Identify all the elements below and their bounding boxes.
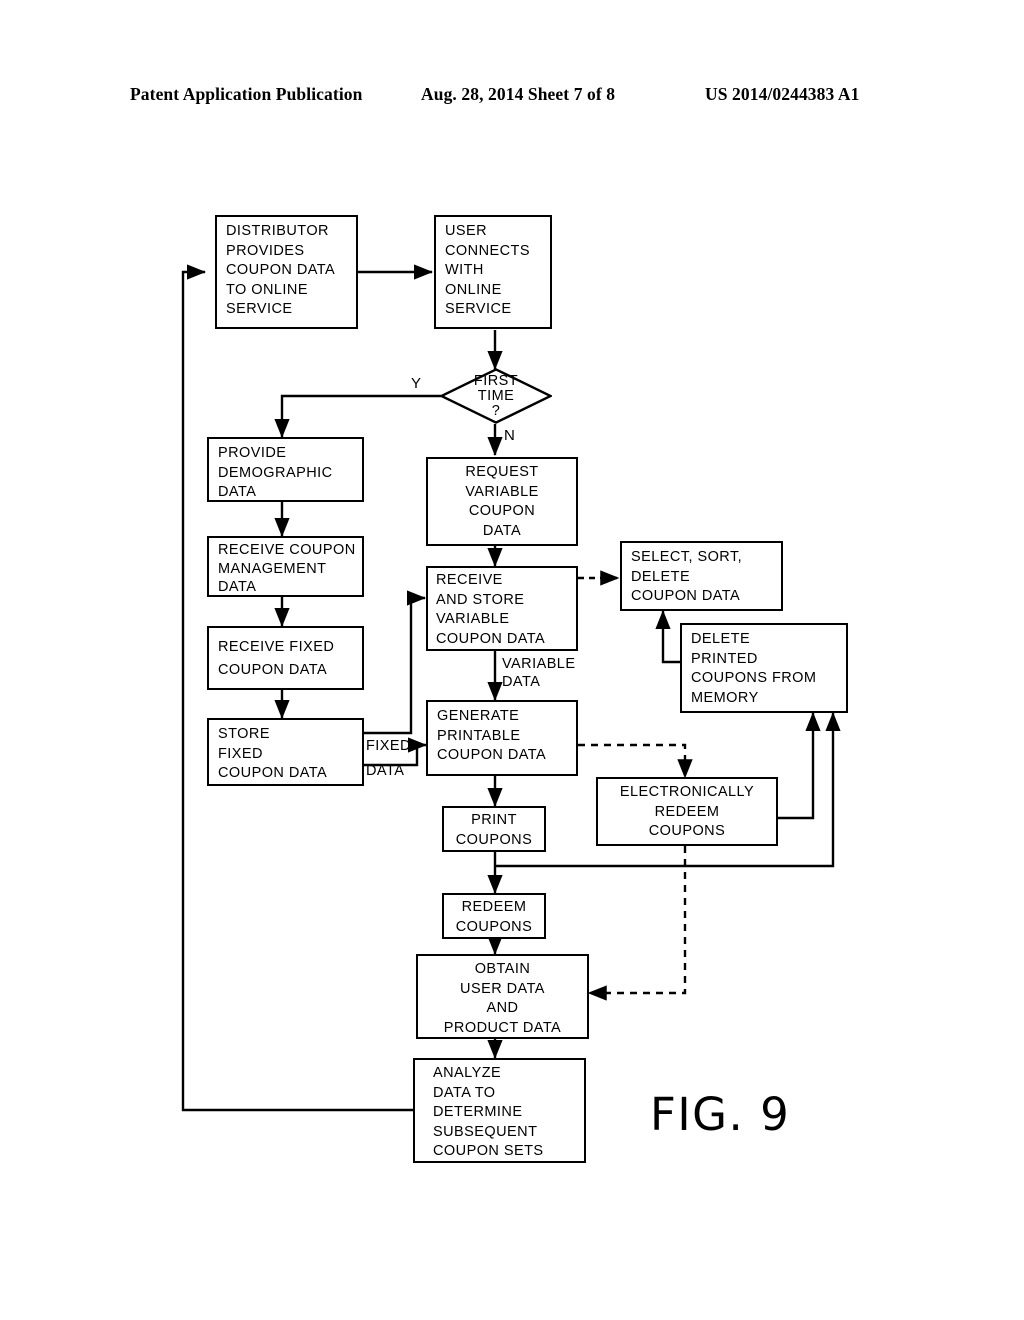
node-line: RECEIVE FIXED: [218, 639, 335, 655]
node-line: TO ONLINE: [226, 281, 308, 298]
node-line: COUPON DATA: [437, 747, 547, 763]
node-electronically-redeem-coupons[interactable]: ELECTRONICALLY REDEEM COUPONS: [596, 777, 778, 846]
node-line: REDEEM: [461, 899, 527, 915]
node-line: COUPONS: [455, 831, 533, 848]
node-line: AND STORE: [436, 591, 525, 608]
node-line: COUPON DATA: [218, 765, 328, 781]
node-line: DELETE: [631, 568, 691, 585]
node-redeem-coupons[interactable]: REDEEM COUPONS: [442, 893, 546, 939]
edge-label-fixed-data: DATA: [366, 763, 405, 779]
node-line: SERVICE: [226, 301, 293, 317]
node-delete-printed-coupons-from-memory[interactable]: DELETE PRINTED COUPONS FROM MEMORY: [680, 623, 848, 713]
node-line: COUPON: [468, 503, 536, 519]
node-line: VARIABLE: [436, 611, 510, 627]
node-line: STORE: [218, 726, 270, 742]
node-line: SERVICE: [445, 301, 512, 317]
node-line: COUPON DATA: [436, 630, 546, 647]
node-line: ELECTRONICALLY: [619, 784, 755, 800]
node-line: REDEEM: [654, 803, 720, 820]
node-line: WITH: [445, 262, 484, 278]
node-line: VARIABLE: [465, 483, 539, 500]
node-line: DATA: [218, 579, 257, 595]
node-line: PRINTED: [691, 650, 758, 667]
node-line: USER: [445, 223, 488, 239]
node-line: PROVIDES: [226, 242, 305, 259]
node-line: PRINTABLE: [437, 727, 521, 744]
edge-label-variable: VARIABLE: [502, 656, 576, 672]
node-request-variable-coupon-data[interactable]: REQUEST VARIABLE COUPON DATA: [426, 457, 578, 546]
node-distributor-provides-coupon-data[interactable]: DISTRIBUTOR PROVIDES COUPON DATA TO ONLI…: [215, 215, 358, 329]
branch-label-no: N: [504, 427, 516, 444]
node-line: PRINT: [471, 812, 517, 828]
branch-label-yes: Y: [411, 375, 422, 392]
node-first-time-decision[interactable]: FIRST TIME ?: [438, 368, 554, 424]
node-line: PRODUCT DATA: [443, 1019, 562, 1036]
node-analyze-data-to-determine-subsequent-coupon-sets[interactable]: ANALYZE DATA TO DETERMINE SUBSEQUENT COU…: [413, 1058, 586, 1163]
node-line: ONLINE: [445, 281, 502, 298]
diamond-line: ?: [491, 403, 501, 419]
node-line: DELETE: [691, 631, 751, 647]
node-generate-printable-coupon-data[interactable]: GENERATE PRINTABLE COUPON DATA: [426, 700, 578, 776]
node-line: COUPONS FROM: [691, 670, 817, 686]
node-line: DATA TO: [433, 1084, 496, 1101]
node-line: DATA: [218, 484, 257, 500]
node-provide-demographic-data[interactable]: PROVIDE DEMOGRAPHIC DATA: [207, 437, 364, 502]
node-line: FIXED: [218, 745, 263, 762]
node-line: DISTRIBUTOR: [226, 223, 329, 239]
node-select-sort-delete-coupon-data[interactable]: SELECT, SORT, DELETE COUPON DATA: [620, 541, 783, 611]
node-line: ANALYZE: [433, 1065, 502, 1081]
edge-label-fixed: FIXED: [366, 738, 411, 754]
node-line: RECEIVE COUPON: [218, 542, 356, 558]
node-line: RECEIVE: [436, 572, 503, 588]
node-line: DETERMINE: [433, 1104, 523, 1120]
node-line: SUBSEQUENT: [433, 1123, 538, 1140]
node-line: SELECT, SORT,: [631, 549, 743, 565]
node-line: PROVIDE: [218, 445, 287, 461]
figure-caption: FIG. 9: [650, 1088, 791, 1141]
node-line: COUPONS: [648, 823, 726, 839]
node-user-connects-with-online-service[interactable]: USER CONNECTS WITH ONLINE SERVICE: [434, 215, 552, 329]
node-line: REQUEST: [465, 464, 539, 480]
node-print-coupons[interactable]: PRINT COUPONS: [442, 806, 546, 852]
node-line: DEMOGRAPHIC: [218, 464, 333, 481]
node-receive-and-store-variable-coupon-data[interactable]: RECEIVE AND STORE VARIABLE COUPON DATA: [426, 566, 578, 651]
node-line: CONNECTS: [445, 242, 530, 259]
patent-sheet: Patent Application Publication Aug. 28, …: [0, 0, 1024, 1320]
node-line: USER DATA: [460, 980, 545, 997]
node-line: COUPON SETS: [433, 1143, 544, 1159]
node-line: AND: [486, 1000, 519, 1016]
node-line: MANAGEMENT: [218, 560, 327, 577]
node-line: OBTAIN: [474, 961, 531, 977]
node-line: DATA: [482, 522, 522, 539]
node-line: MEMORY: [691, 689, 759, 706]
node-obtain-user-data-and-product-data[interactable]: OBTAIN USER DATA AND PRODUCT DATA: [416, 954, 589, 1039]
edge-label-variable-data: DATA: [502, 674, 541, 690]
node-receive-coupon-management-data[interactable]: RECEIVE COUPON MANAGEMENT DATA: [207, 536, 364, 597]
node-receive-fixed-coupon-data[interactable]: RECEIVE FIXED COUPON DATA: [207, 626, 364, 690]
node-line: GENERATE: [437, 708, 520, 724]
node-line: COUPON DATA: [218, 662, 328, 678]
node-line: COUPON DATA: [226, 262, 336, 278]
node-line: COUPONS: [455, 918, 533, 935]
node-line: COUPON DATA: [631, 588, 741, 604]
node-store-fixed-coupon-data[interactable]: STORE FIXED COUPON DATA: [207, 718, 364, 786]
